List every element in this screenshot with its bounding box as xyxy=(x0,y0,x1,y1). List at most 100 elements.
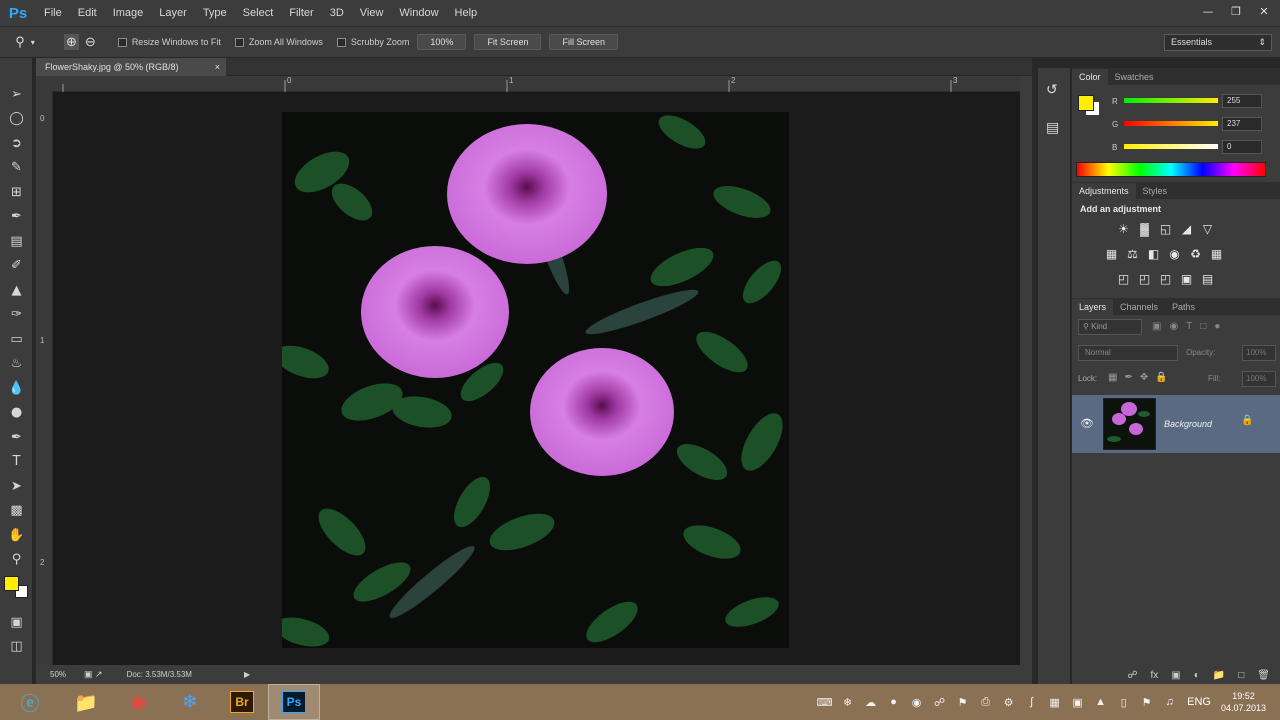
menu-select[interactable]: Select xyxy=(235,0,282,26)
red-slider[interactable] xyxy=(1124,98,1218,103)
app-tray-icon[interactable]: ☁ xyxy=(859,696,882,709)
blue-value-input[interactable]: 0 xyxy=(1222,140,1262,154)
blue-slider[interactable] xyxy=(1124,144,1218,149)
keyboard-icon[interactable]: ⌨ xyxy=(813,696,836,709)
red-value-input[interactable]: 255 xyxy=(1222,94,1262,108)
menu-type[interactable]: Type xyxy=(195,0,235,26)
quick-mask-icon[interactable]: ▣ xyxy=(0,610,33,635)
signal-icon[interactable]: ▯ xyxy=(1112,696,1135,709)
history-brush-tool-icon[interactable]: ✑ xyxy=(0,303,33,328)
quick-select-tool-icon[interactable]: ✎ xyxy=(0,156,33,181)
status-preview-icon[interactable]: ▣ ↗ xyxy=(84,669,103,680)
close-tab-icon[interactable]: × xyxy=(215,58,220,76)
chrome-icon[interactable]: ◉ xyxy=(112,684,164,720)
menu-layer[interactable]: Layer xyxy=(151,0,195,26)
marquee-tool-icon[interactable]: ◯ xyxy=(0,107,33,132)
invert-icon[interactable]: ◰ xyxy=(1116,271,1131,286)
layer-filter-select[interactable]: ⚲ Kind xyxy=(1078,319,1142,335)
threshold-icon[interactable]: ◰ xyxy=(1158,271,1173,286)
color-spectrum[interactable] xyxy=(1076,162,1266,177)
path-selection-tool-icon[interactable]: ➤ xyxy=(0,474,33,499)
tool-preset-dropdown-icon[interactable]: ▾ xyxy=(31,38,35,47)
green-value-input[interactable]: 237 xyxy=(1222,117,1262,131)
adjustment-layer-icon[interactable]: ◐ xyxy=(1194,670,1200,681)
recording-icon[interactable]: ● xyxy=(882,696,905,708)
tab-swatches[interactable]: Swatches xyxy=(1108,69,1161,85)
color-lookup-icon[interactable]: ▦ xyxy=(1209,246,1224,261)
healing-brush-tool-icon[interactable]: ▤ xyxy=(0,229,33,254)
fit-screen-button[interactable]: Fit Screen xyxy=(474,34,542,50)
screen-mode-icon[interactable]: ◫ xyxy=(0,635,33,660)
fill-input[interactable]: 100% xyxy=(1242,371,1276,387)
menu-image[interactable]: Image xyxy=(105,0,152,26)
posterize-icon[interactable]: ◰ xyxy=(1137,271,1152,286)
device-icon[interactable]: ▦ xyxy=(1043,696,1066,709)
internet-explorer-icon[interactable]: ⓔ xyxy=(0,684,60,720)
tab-adjustments[interactable]: Adjustments xyxy=(1072,183,1136,199)
vertical-scrollbar[interactable] xyxy=(1020,76,1032,665)
pen-tool-icon[interactable]: ✒ xyxy=(0,425,33,450)
tab-layers[interactable]: Layers xyxy=(1072,299,1114,315)
eyedropper-tool-icon[interactable]: ✒ xyxy=(0,205,33,230)
network-icon[interactable]: ▲ xyxy=(1089,696,1112,708)
document-image[interactable] xyxy=(282,112,789,648)
zoom-all-windows-checkbox[interactable]: Zoom All Windows xyxy=(234,37,323,47)
menu-view[interactable]: View xyxy=(352,0,392,26)
foreground-color-swatch[interactable] xyxy=(4,576,19,591)
zoom-level[interactable]: 50% xyxy=(50,670,66,679)
blend-mode-select[interactable]: Normal xyxy=(1078,345,1178,361)
color-balance-icon[interactable]: ⚖ xyxy=(1125,246,1140,261)
clock[interactable]: 19:52 04.07.2013 xyxy=(1221,690,1266,714)
photo-filter-icon[interactable]: ◉ xyxy=(1167,246,1182,261)
vibrance-icon[interactable]: ▽ xyxy=(1200,221,1215,236)
paint-bucket-tool-icon[interactable]: ♨ xyxy=(0,352,33,377)
close-window-icon[interactable]: ✕ xyxy=(1252,2,1276,20)
minimize-icon[interactable]: — xyxy=(1196,2,1220,20)
black-white-icon[interactable]: ◧ xyxy=(1146,246,1161,261)
bridge-icon[interactable]: Br xyxy=(216,684,268,720)
photoshop-taskbar-icon[interactable]: Ps xyxy=(268,684,320,720)
snowflake-app-icon[interactable]: ❄ xyxy=(164,684,216,720)
scrubby-zoom-checkbox[interactable]: Scrubby Zoom xyxy=(336,37,409,47)
zoom-tool-icon[interactable]: ⚲ xyxy=(15,34,25,50)
link-layers-icon[interactable]: ☍ xyxy=(1127,670,1137,681)
layer-filter-icons[interactable]: ▣◉T□● xyxy=(1152,321,1228,332)
restore-icon[interactable]: ❐ xyxy=(1224,2,1248,20)
fg-color-swatch[interactable] xyxy=(1078,95,1094,111)
properties-panel-icon[interactable]: ▤ xyxy=(1046,120,1064,138)
move-tool-icon[interactable]: ➢ xyxy=(0,82,33,107)
printer-icon[interactable]: ⎙ xyxy=(974,696,997,709)
language-indicator[interactable]: ENG xyxy=(1187,696,1211,708)
zoom-out-icon[interactable]: ⊖ xyxy=(85,34,96,50)
settings-tray-icon[interactable]: ⚙ xyxy=(997,696,1020,709)
brightness-contrast-icon[interactable]: ☀ xyxy=(1116,221,1131,236)
new-layer-icon[interactable]: □ xyxy=(1238,670,1244,681)
actual-pixels-button[interactable]: 100% xyxy=(417,34,467,50)
workspace-select[interactable]: Essentials ⇕ xyxy=(1164,34,1272,51)
tab-styles[interactable]: Styles xyxy=(1136,183,1175,199)
shape-tool-icon[interactable]: ▩ xyxy=(0,499,33,524)
delete-layer-icon[interactable]: 🗑 xyxy=(1257,670,1270,681)
crop-tool-icon[interactable]: ⊞ xyxy=(0,180,33,205)
menu-edit[interactable]: Edit xyxy=(70,0,105,26)
new-group-icon[interactable]: 📁 xyxy=(1213,670,1225,681)
menu-file[interactable]: File xyxy=(36,0,70,26)
brush-tool-icon[interactable]: ✐ xyxy=(0,254,33,279)
blur-tool-icon[interactable]: 💧 xyxy=(0,376,33,401)
eye-icon[interactable]: 👁 xyxy=(1080,417,1094,430)
layer-mask-icon[interactable]: ▣ xyxy=(1171,670,1180,681)
tab-paths[interactable]: Paths xyxy=(1165,299,1202,315)
file-explorer-icon[interactable]: 📁 xyxy=(60,684,112,720)
tab-color[interactable]: Color xyxy=(1072,69,1108,85)
layer-name[interactable]: Background xyxy=(1164,419,1212,429)
lasso-tool-icon[interactable]: ➲ xyxy=(0,131,33,156)
gradient-map-icon[interactable]: ▤ xyxy=(1200,271,1215,286)
menu-window[interactable]: Window xyxy=(391,0,446,26)
lock-icons[interactable]: ▦✒✥🔒 xyxy=(1108,372,1175,383)
resize-windows-checkbox[interactable]: Resize Windows to Fit xyxy=(117,37,221,47)
snowflake-tray-icon[interactable]: ❄ xyxy=(836,696,859,709)
layer-style-icon[interactable]: fx xyxy=(1151,670,1159,681)
layer-row-background[interactable]: 👁 Background 🔒 xyxy=(1072,395,1280,453)
red-app-icon[interactable]: ◉ xyxy=(905,696,928,709)
fill-screen-button[interactable]: Fill Screen xyxy=(549,34,618,50)
